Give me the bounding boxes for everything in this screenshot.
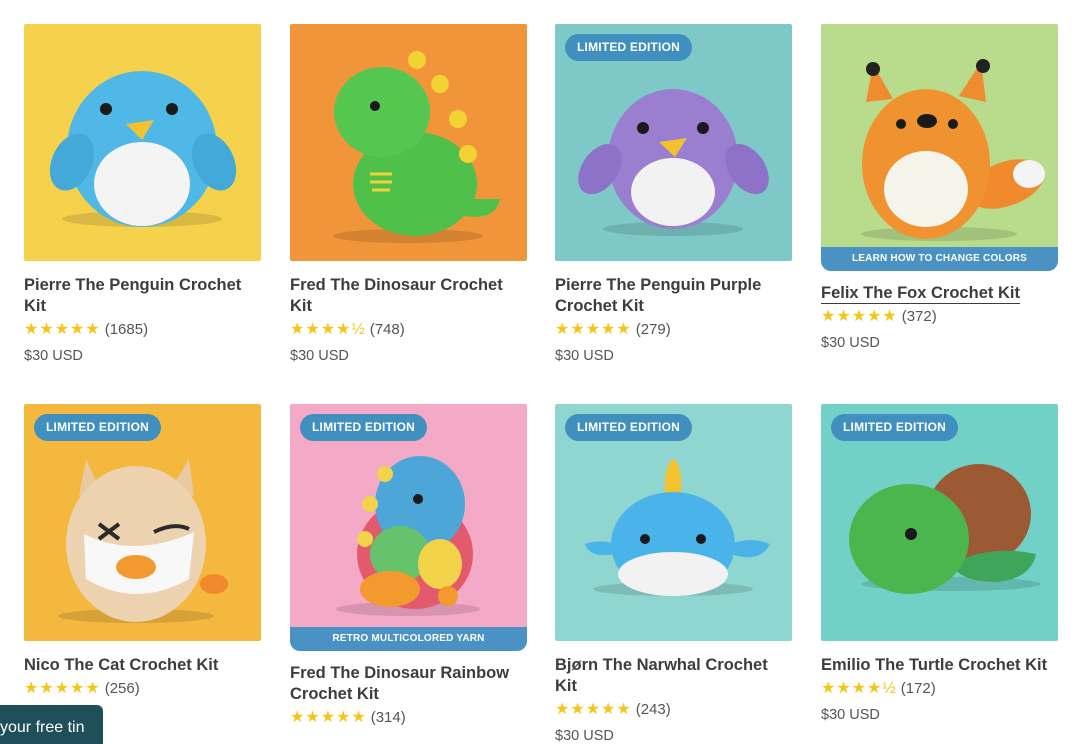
rating: ★★★★½ (748) (290, 318, 527, 340)
narwhal-image[interactable]: LIMITED EDITION (555, 404, 792, 641)
product-card[interactable]: LEARN HOW TO CHANGE COLORS Felix The Fox… (821, 24, 1058, 351)
limited-edition-badge: LIMITED EDITION (565, 414, 692, 441)
star-rating-icon: ★★★★★ (24, 321, 101, 338)
product-price: $30 USD (821, 707, 880, 723)
dinosaur-green-image[interactable] (290, 24, 527, 261)
penguin-blue-image[interactable] (24, 24, 261, 261)
product-card[interactable]: LIMITED EDITION Emilio The Turtle Croche… (821, 404, 1058, 723)
review-count: (243) (635, 700, 671, 718)
star-rating-icon: ★★★★½ (290, 321, 366, 338)
product-card[interactable]: LIMITED EDITION Nico The Cat Crochet Kit… (24, 404, 261, 699)
star-rating-icon: ★★★★★ (290, 709, 367, 726)
product-price: $30 USD (555, 348, 614, 364)
cat-image[interactable]: LIMITED EDITION (24, 404, 261, 641)
star-rating-icon: ★★★★★ (821, 308, 898, 325)
rating: ★★★★½ (172) (821, 677, 1058, 699)
product-title[interactable]: Pierre The Penguin Purple Crochet Kit (555, 275, 792, 317)
star-rating-icon: ★★★★★ (24, 680, 101, 697)
limited-edition-badge: LIMITED EDITION (34, 414, 161, 441)
fox-image[interactable] (821, 24, 1058, 261)
product-card[interactable]: Pierre The Penguin Crochet Kit ★★★★★ (16… (24, 24, 261, 364)
rating: ★★★★★ (256) (24, 677, 261, 699)
review-count: (748) (369, 320, 405, 338)
product-title[interactable]: Fred The Dinosaur Rainbow Crochet Kit (290, 663, 527, 705)
product-card[interactable]: Fred The Dinosaur Crochet Kit ★★★★½ (748… (290, 24, 527, 364)
review-count: (1685) (104, 320, 149, 338)
retro-yarn-banner[interactable]: RETRO MULTICOLORED YARN (290, 627, 527, 651)
rating: ★★★★★ (243) (555, 698, 792, 720)
penguin-purple-image[interactable]: LIMITED EDITION (555, 24, 792, 261)
limited-edition-badge: LIMITED EDITION (565, 34, 692, 61)
free-tin-promo-button[interactable]: your free tin (0, 705, 103, 744)
star-rating-icon: ★★★★½ (821, 680, 897, 697)
product-title[interactable]: Nico The Cat Crochet Kit (24, 655, 261, 676)
product-title[interactable]: Fred The Dinosaur Crochet Kit (290, 275, 527, 317)
product-price: $30 USD (555, 728, 614, 744)
product-card[interactable]: LIMITED EDITION Pierre The Penguin Purpl… (555, 24, 792, 364)
star-rating-icon: ★★★★★ (555, 701, 632, 718)
rating: ★★★★★ (279) (555, 318, 792, 340)
product-title[interactable]: Emilio The Turtle Crochet Kit (821, 655, 1058, 676)
product-title[interactable]: Bjørn The Narwhal Crochet Kit (555, 655, 792, 697)
rating: ★★★★★ (1685) (24, 318, 261, 340)
limited-edition-badge: LIMITED EDITION (831, 414, 958, 441)
review-count: (172) (900, 679, 936, 697)
review-count: (314) (370, 708, 406, 726)
review-count: (256) (104, 679, 140, 697)
star-rating-icon: ★★★★★ (555, 321, 632, 338)
limited-edition-badge: LIMITED EDITION (300, 414, 427, 441)
product-title[interactable]: Pierre The Penguin Crochet Kit (24, 275, 261, 317)
color-change-banner[interactable]: LEARN HOW TO CHANGE COLORS (821, 247, 1058, 271)
turtle-image[interactable]: LIMITED EDITION (821, 404, 1058, 641)
rating: ★★★★★ (314) (290, 706, 527, 728)
product-card[interactable]: LIMITED EDITION Bjørn The Narwhal Croche… (555, 404, 792, 744)
dinosaur-rainbow-image[interactable]: LIMITED EDITION (290, 404, 527, 641)
review-count: (372) (901, 307, 937, 325)
product-price: $30 USD (24, 348, 83, 364)
product-price: $30 USD (290, 348, 349, 364)
product-title[interactable]: Felix The Fox Crochet Kit (821, 283, 1058, 304)
product-price: $30 USD (821, 335, 880, 351)
product-card[interactable]: LIMITED EDITION RETRO MULTICOLORED YARN … (290, 404, 527, 728)
review-count: (279) (635, 320, 671, 338)
rating: ★★★★★ (372) (821, 305, 1058, 327)
